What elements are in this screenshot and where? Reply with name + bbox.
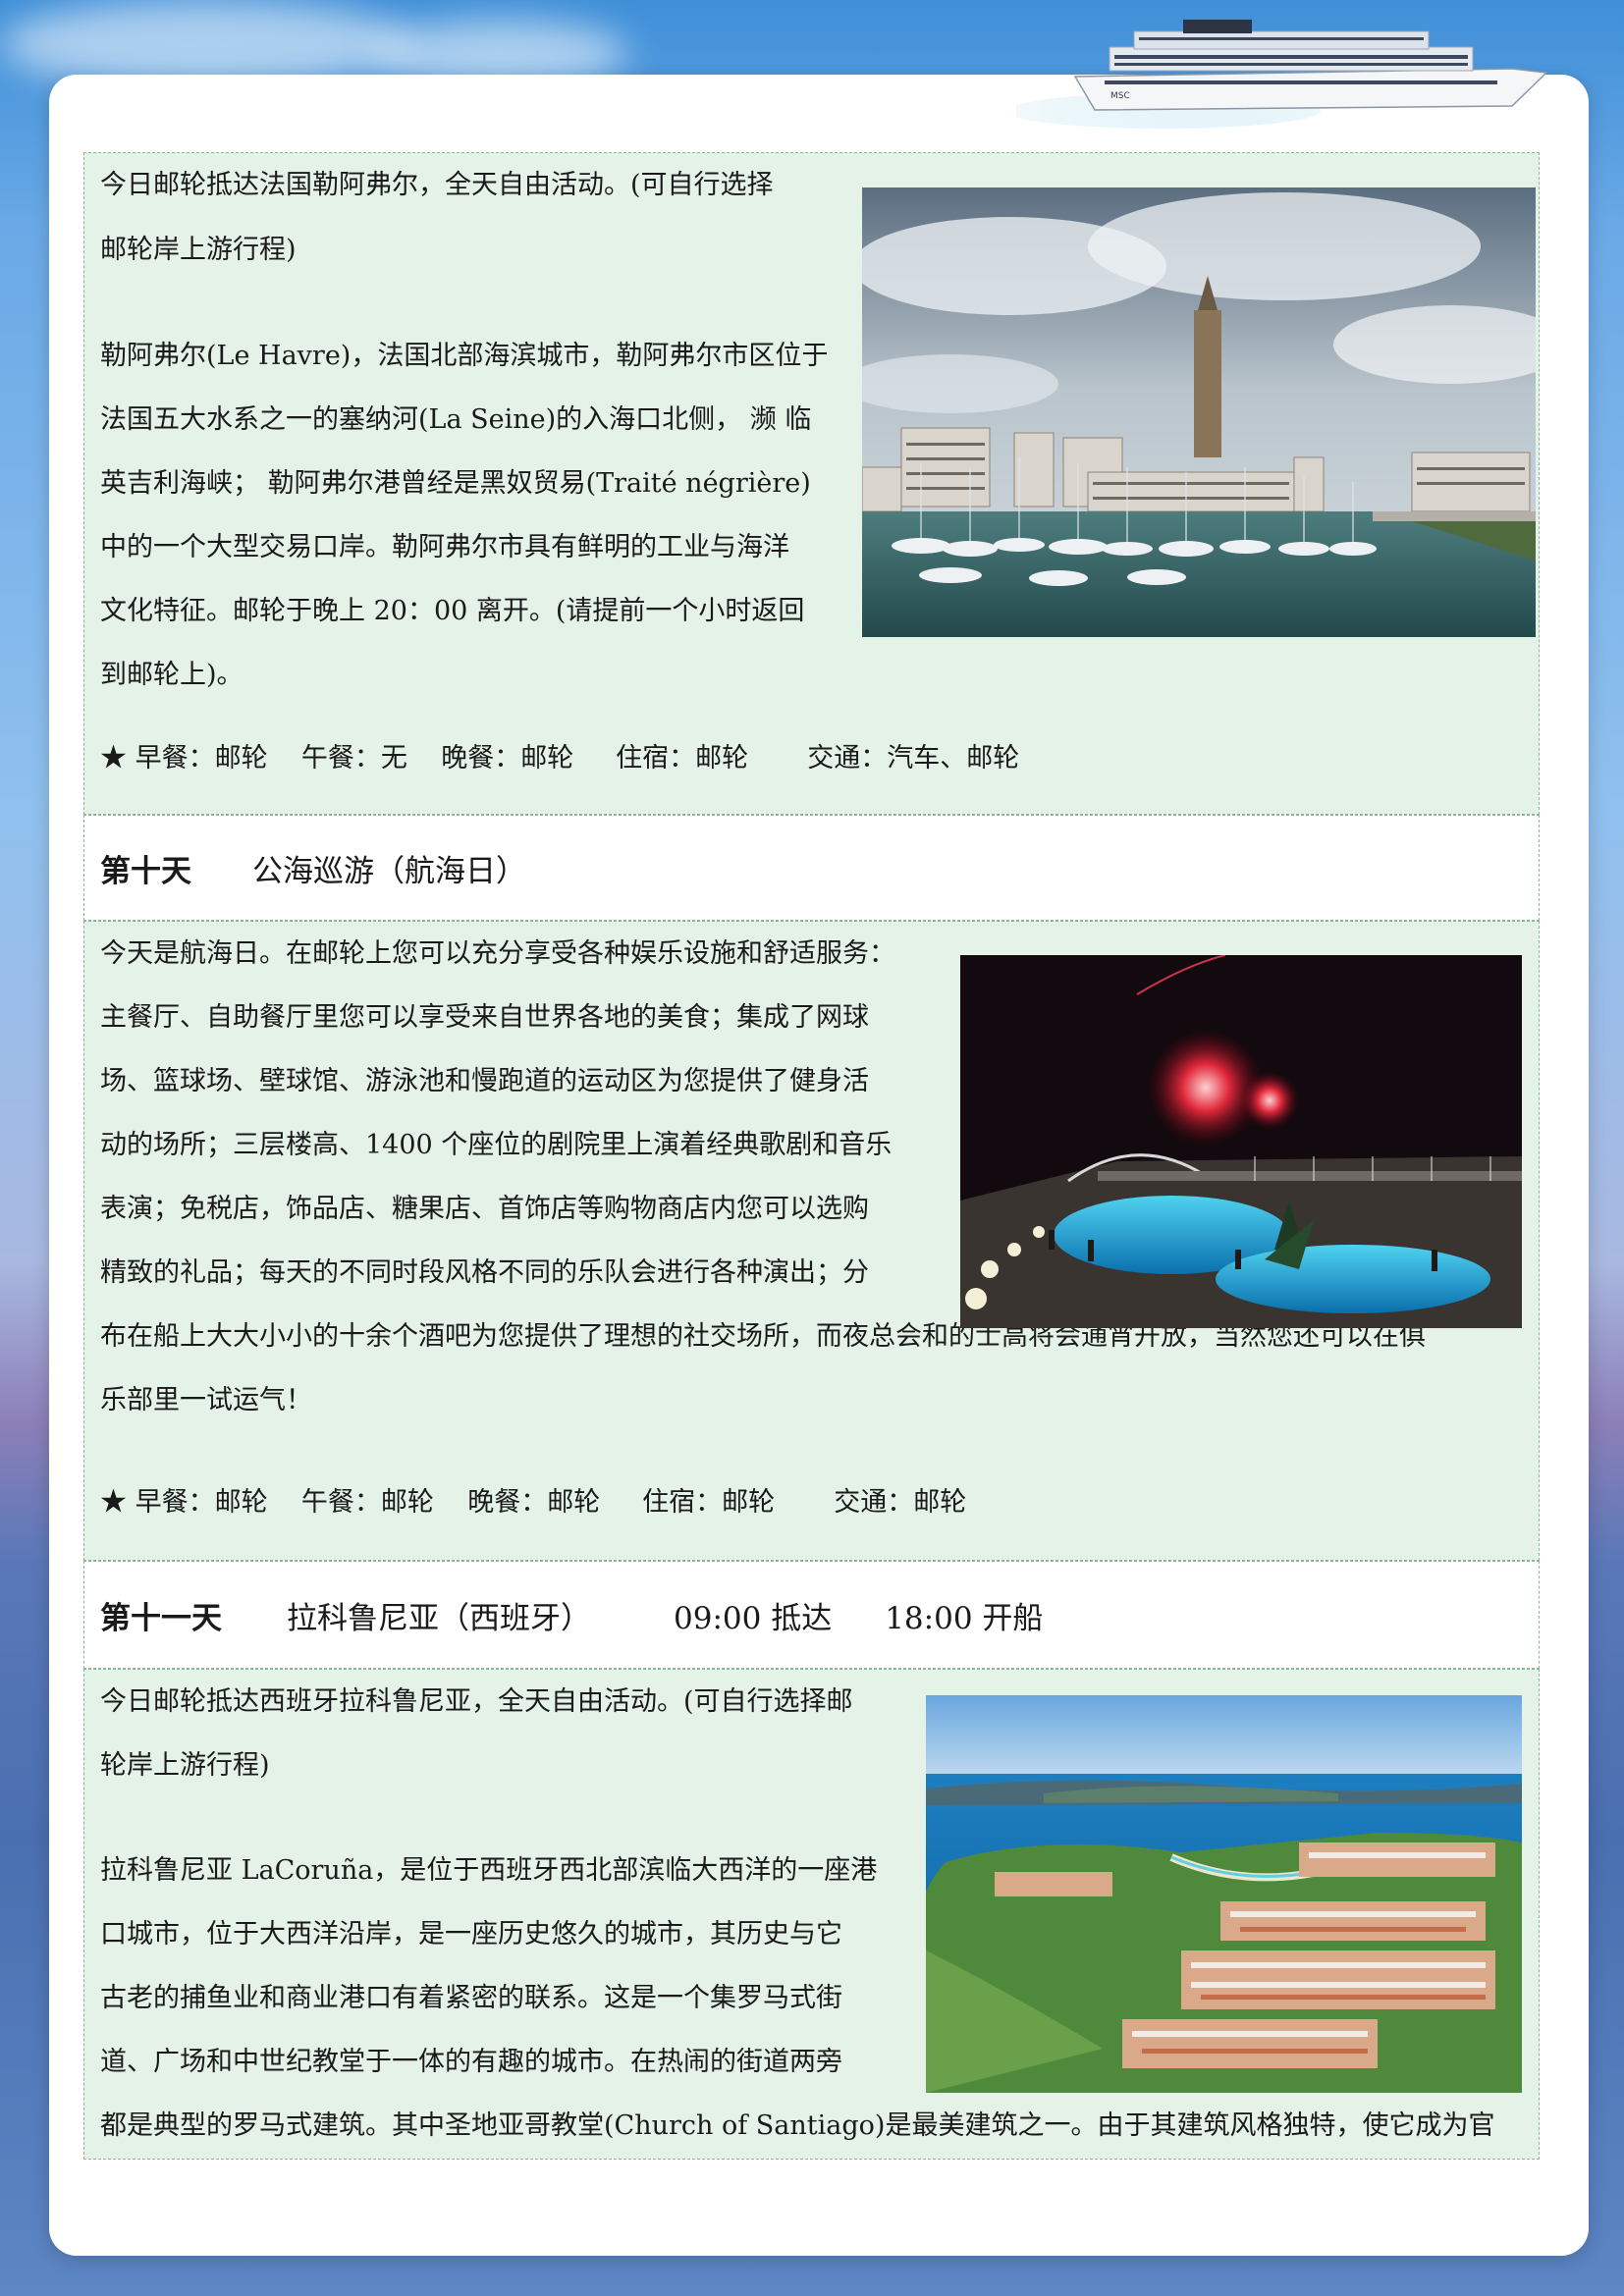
day-title: 拉科鲁尼亚（西班牙） [287, 1600, 591, 1636]
meal-info: ★ 早餐：邮轮 午餐：邮轮 晚餐：邮轮 住宿：邮轮 交通：邮轮 [100, 1487, 967, 1518]
day11-header: 第十一天 拉科鲁尼亚（西班牙） 09:00 抵达 18:00 开船 [83, 1561, 1540, 1669]
fireworks-deck-photo [960, 955, 1522, 1328]
sea-day-content: 今天是航海日。在邮轮上您可以充分享受各种娱乐设施和舒适服务： 主餐厅、自助餐厅里… [83, 921, 1540, 1561]
la-coruna-photo [926, 1695, 1522, 2093]
intro-text: 今日邮轮抵达法国勒阿弗尔，全天自由活动。(可自行选择 邮轮岸上游行程) [100, 170, 774, 265]
day-title: 公海巡游（航海日） [252, 853, 526, 889]
le-havre-photo [862, 187, 1536, 637]
cruise-ship-image: MSC [1016, 20, 1548, 129]
day-label: 第十天 [100, 853, 191, 889]
ship-brand: MSC [1110, 91, 1130, 101]
meal-info: ★ 早餐：邮轮 午餐：无 晚餐：邮轮 住宿：邮轮 交通：汽车、邮轮 [100, 743, 1020, 774]
day10-header: 第十天 公海巡游（航海日） [83, 815, 1540, 921]
le-havre-content: 今日邮轮抵达法国勒阿弗尔，全天自由活动。(可自行选择 邮轮岸上游行程) 勒阿弗尔… [83, 152, 1540, 815]
intro-text: 今日邮轮抵达西班牙拉科鲁尼亚，全天自由活动。(可自行选择邮 轮岸上游行程) [100, 1686, 853, 1781]
departure-time: 18:00 开船 [885, 1600, 1044, 1636]
day-label: 第十一天 [100, 1600, 222, 1636]
description-text: 勒阿弗尔(Le Havre)，法国北部海滨城市，勒阿弗尔市区位于 法国五大水系之… [100, 341, 829, 690]
arrival-time: 09:00 抵达 [674, 1600, 833, 1636]
la-coruna-content: 今日邮轮抵达西班牙拉科鲁尼亚，全天自由活动。(可自行选择邮 轮岸上游行程) 拉科… [83, 1669, 1540, 2160]
